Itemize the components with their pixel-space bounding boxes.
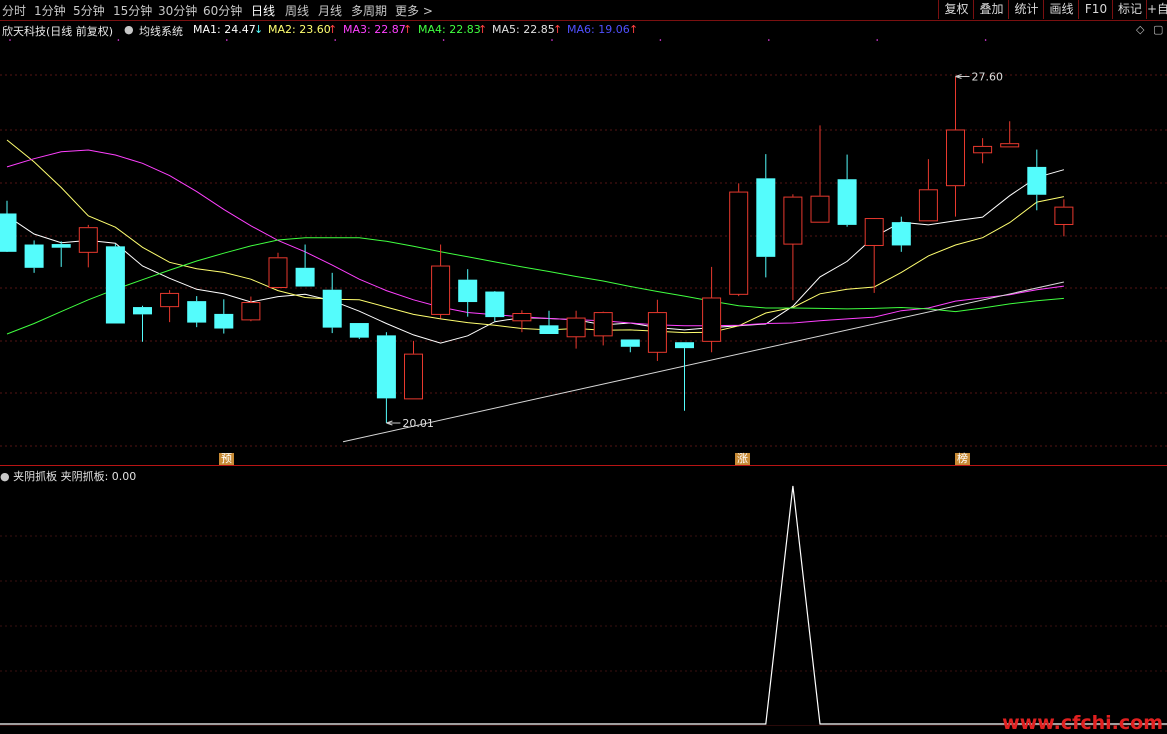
min-marker-arrow: [386, 420, 401, 426]
bottom-line: [0, 725, 1167, 726]
kline-chart[interactable]: 27.60 20.01: [0, 0, 1167, 732]
candle-body: [1054, 206, 1074, 225]
candle-body: [891, 222, 911, 246]
candle-body: [675, 342, 694, 349]
ma-line-ma4: [6, 237, 1064, 335]
candle-body: [404, 353, 423, 400]
panel-separator: [0, 465, 1167, 466]
signal-dot: [768, 39, 770, 41]
event-tag-yu[interactable]: 预: [219, 453, 234, 465]
candle-body: [214, 313, 234, 329]
candle-body: [566, 317, 586, 338]
candle-body: [1000, 143, 1020, 148]
candle-body: [0, 213, 17, 252]
signal-dot: [876, 39, 878, 41]
candle-body: [187, 301, 207, 323]
signal-dot: [117, 39, 120, 41]
candle-body: [78, 227, 98, 253]
candle-body: [837, 179, 857, 225]
candle-body: [702, 297, 722, 342]
candle-body: [918, 189, 938, 222]
candle-body: [973, 145, 993, 154]
signal-dot: [226, 39, 228, 41]
candle-body: [133, 307, 152, 315]
candle-body: [51, 244, 71, 248]
event-tag-bang[interactable]: 榜: [955, 453, 970, 465]
candle-body: [241, 302, 261, 321]
candle-body: [1027, 166, 1047, 195]
candle-body: [105, 246, 125, 324]
signal-dot: [9, 39, 11, 41]
lower-panel-header: ● 夹阴抓板 夹阴抓板: 0.00: [0, 468, 136, 484]
candle-body: [810, 195, 830, 223]
candle-body: [647, 312, 667, 353]
event-tag-zhang[interactable]: 涨: [735, 453, 750, 465]
candle-body: [620, 339, 640, 347]
signal-line: [0, 485, 1167, 725]
candle-body: [756, 178, 776, 257]
signal-dot: [334, 39, 337, 41]
lower-indicator-name: 夹阴抓板: [13, 470, 58, 483]
min-price-label: 20.01: [402, 417, 434, 430]
candle-body: [729, 191, 749, 295]
max-marker-arrow: [955, 74, 970, 79]
candle-body: [946, 129, 965, 187]
signal-dot: [442, 39, 445, 41]
max-price-label: 27.60: [972, 71, 1004, 84]
candle-body: [322, 289, 342, 328]
candle-body: [24, 244, 44, 268]
candle-body: [485, 291, 505, 318]
signal-dot: [551, 39, 553, 41]
candle-body: [431, 265, 451, 315]
candle-body: [295, 267, 315, 287]
candle-body: [376, 335, 396, 399]
signal-dot: [659, 39, 662, 41]
candle-body: [864, 218, 884, 246]
candle-body: [512, 313, 532, 322]
watermark: www.cfchi.com: [1002, 712, 1163, 734]
candle-body: [593, 312, 613, 337]
candle-body: [458, 279, 478, 303]
candle-body: [783, 196, 803, 245]
candle-body: [539, 325, 559, 334]
candle-body: [268, 257, 288, 288]
candle-body: [349, 323, 369, 338]
signal-dot: [984, 39, 987, 41]
lower-toggle-icon[interactable]: ●: [0, 470, 10, 483]
candle-body: [160, 292, 180, 308]
lower-indicator-value: 夹阴抓板: 0.00: [60, 470, 137, 483]
